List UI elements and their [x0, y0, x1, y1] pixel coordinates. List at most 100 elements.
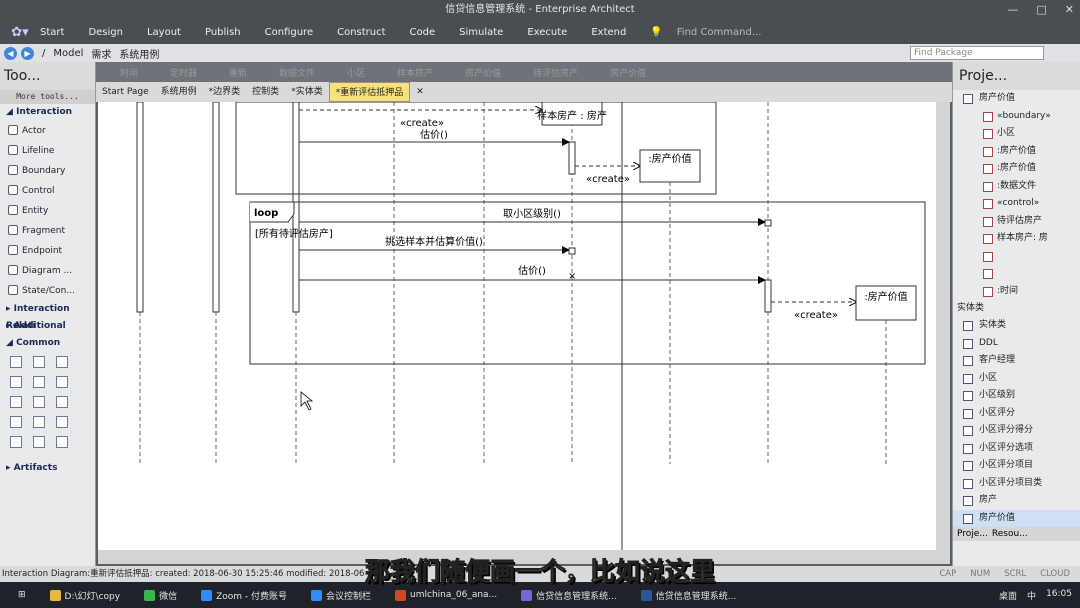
tool-endpoint[interactable]: Endpoint	[0, 241, 95, 261]
package-icon[interactable]	[10, 416, 22, 428]
tool-lifeline[interactable]: Lifeline	[0, 141, 95, 161]
forward-icon[interactable]: ▶	[21, 46, 34, 60]
tree-item[interactable]: 房产价值	[953, 509, 1080, 527]
close-tab-icon[interactable]: ✕	[410, 82, 430, 102]
menu-construct[interactable]: Construct	[337, 27, 385, 38]
link-icon[interactable]	[10, 436, 22, 448]
menu-extend[interactable]: Extend	[591, 27, 626, 38]
find-package-input[interactable]: Find Package	[910, 46, 1044, 60]
breadcrumb-requirements[interactable]: 需求	[91, 46, 111, 61]
tab-boundary-classes[interactable]: *边界类	[203, 82, 247, 102]
menu-layout[interactable]: Layout	[147, 27, 181, 38]
tab-project[interactable]: Proje...	[957, 527, 988, 541]
tool-state-continuation[interactable]: State/Con...	[0, 281, 95, 301]
close-icon[interactable]: ✕	[1065, 0, 1074, 20]
legend-icon[interactable]	[56, 396, 68, 408]
breadcrumb-model[interactable]: Model	[53, 48, 83, 59]
taskbar-word[interactable]: 信贷信息管理系统...	[635, 589, 743, 602]
ime-indicator[interactable]: 中	[1027, 589, 1036, 602]
tree-item[interactable]: :房产价值	[953, 143, 1080, 161]
minimize-icon[interactable]: —	[1007, 0, 1018, 20]
tab-system-use-cases[interactable]: 系统用例	[155, 82, 203, 102]
tab-start-page[interactable]: Start Page	[96, 82, 155, 102]
tree-item[interactable]: :数据文件	[953, 178, 1080, 196]
tree-item[interactable]: 小区级别	[953, 387, 1080, 405]
toolbox-section-interaction[interactable]: ◢ Interaction	[0, 104, 95, 121]
dependency-icon[interactable]	[33, 436, 45, 448]
tree-item[interactable]: 客户经理	[953, 352, 1080, 370]
menu-simulate[interactable]: Simulate	[459, 27, 503, 38]
tab-entity-classes[interactable]: *实体类	[285, 82, 329, 102]
tree-item[interactable]: «control»	[953, 195, 1080, 213]
tree-item[interactable]: 小区评分选项	[953, 440, 1080, 458]
tool-entity[interactable]: Entity	[0, 201, 95, 221]
list-icon[interactable]	[10, 376, 22, 388]
taskbar-ppt[interactable]: umlchina_06_ana...	[389, 589, 503, 601]
tool-boundary[interactable]: Boundary	[0, 161, 95, 181]
menu-start[interactable]: Start	[40, 27, 64, 38]
taskbar-ea[interactable]: 信贷信息管理系统...	[515, 589, 623, 602]
tree-item[interactable]: 实体类	[953, 317, 1080, 335]
horizontal-scrollbar[interactable]	[98, 550, 950, 564]
toolbox-section-common[interactable]: ◢ Common	[0, 335, 95, 352]
tree-item[interactable]	[953, 265, 1080, 283]
chart-icon[interactable]	[56, 416, 68, 428]
windows-start-icon[interactable]: ⊞	[12, 590, 32, 600]
tree-item[interactable]: 小区	[953, 370, 1080, 388]
constraint-icon[interactable]	[33, 376, 45, 388]
toolbox-section-additional[interactable]: ▸ Additional	[0, 318, 95, 335]
tree-item[interactable]: 小区评分项目	[953, 457, 1080, 475]
tool-diagram-gate[interactable]: Diagram ...	[0, 261, 95, 281]
tree-item[interactable]: 小区评分得分	[953, 422, 1080, 440]
image-icon[interactable]	[33, 396, 45, 408]
taskbar-wechat[interactable]: 微信	[138, 589, 183, 602]
entity-section[interactable]: 实体类	[953, 300, 1080, 317]
tree-item[interactable]	[953, 248, 1080, 266]
boundary-box-icon[interactable]	[33, 416, 45, 428]
taskbar-folder[interactable]: D:\幻灯\copy	[44, 589, 127, 602]
note-icon[interactable]	[10, 356, 22, 368]
menu-execute[interactable]: Execute	[527, 27, 567, 38]
tree-item[interactable]: :房产价值	[953, 160, 1080, 178]
tree-item[interactable]: 样本房产: 房	[953, 230, 1080, 248]
tree-item[interactable]: 小区评分项目类	[953, 475, 1080, 493]
menu-configure[interactable]: Configure	[265, 27, 313, 38]
ea-logo-icon[interactable]: ✿▾	[0, 25, 40, 40]
tree-item[interactable]: 房产	[953, 492, 1080, 510]
tool-fragment[interactable]: Fragment	[0, 221, 95, 241]
tree-item[interactable]: 小区	[953, 125, 1080, 143]
tool-actor[interactable]: Actor	[0, 121, 95, 141]
tab-reevaluate-collateral[interactable]: *重新评估抵押品	[328, 82, 411, 102]
tab-resources[interactable]: Resou...	[992, 527, 1028, 541]
toolbox-section-artifacts[interactable]: ▸ Artifacts	[0, 460, 95, 477]
menu-publish[interactable]: Publish	[205, 27, 241, 38]
tool-control[interactable]: Control	[0, 181, 95, 201]
tree-item[interactable]: DDL	[953, 335, 1080, 353]
text-icon[interactable]	[56, 356, 68, 368]
clock[interactable]: 16:05	[1046, 589, 1072, 602]
trace-icon[interactable]	[56, 436, 68, 448]
package-node[interactable]: 房产价值	[953, 90, 1080, 108]
tree-item[interactable]: «boundary»	[953, 108, 1080, 126]
more-tools-button[interactable]: More tools...	[0, 90, 95, 104]
tree-item[interactable]: 待评估房产	[953, 213, 1080, 231]
desktop-label[interactable]: 桌面	[999, 589, 1017, 602]
menu-code[interactable]: Code	[410, 27, 436, 38]
breadcrumb-root[interactable]: /	[42, 48, 45, 59]
menu-design[interactable]: Design	[88, 27, 123, 38]
document-icon[interactable]	[33, 356, 45, 368]
artifact-icon[interactable]	[56, 376, 68, 388]
find-command[interactable]: Find Command...	[677, 27, 762, 38]
taskbar-meeting[interactable]: 会议控制栏	[305, 589, 377, 602]
toolbox-section-interaction-relationships[interactable]: ▸ Interaction Relati	[0, 301, 95, 331]
back-icon[interactable]: ◀	[4, 46, 17, 60]
hyperlink-icon[interactable]	[10, 396, 22, 408]
vertical-scrollbar[interactable]	[936, 102, 950, 550]
tree-item[interactable]: 小区评分	[953, 405, 1080, 423]
breadcrumb-use-cases[interactable]: 系统用例	[119, 46, 159, 61]
maximize-icon[interactable]: □	[1036, 0, 1046, 20]
tab-control-classes[interactable]: 控制类	[246, 82, 285, 102]
tree-item[interactable]: :时间	[953, 283, 1080, 301]
diagram-canvas[interactable]: 样本房产 : 房产 «create» 估价() «create» :房产价值 l…	[98, 102, 936, 550]
taskbar-zoom[interactable]: Zoom - 付费账号	[195, 589, 293, 602]
